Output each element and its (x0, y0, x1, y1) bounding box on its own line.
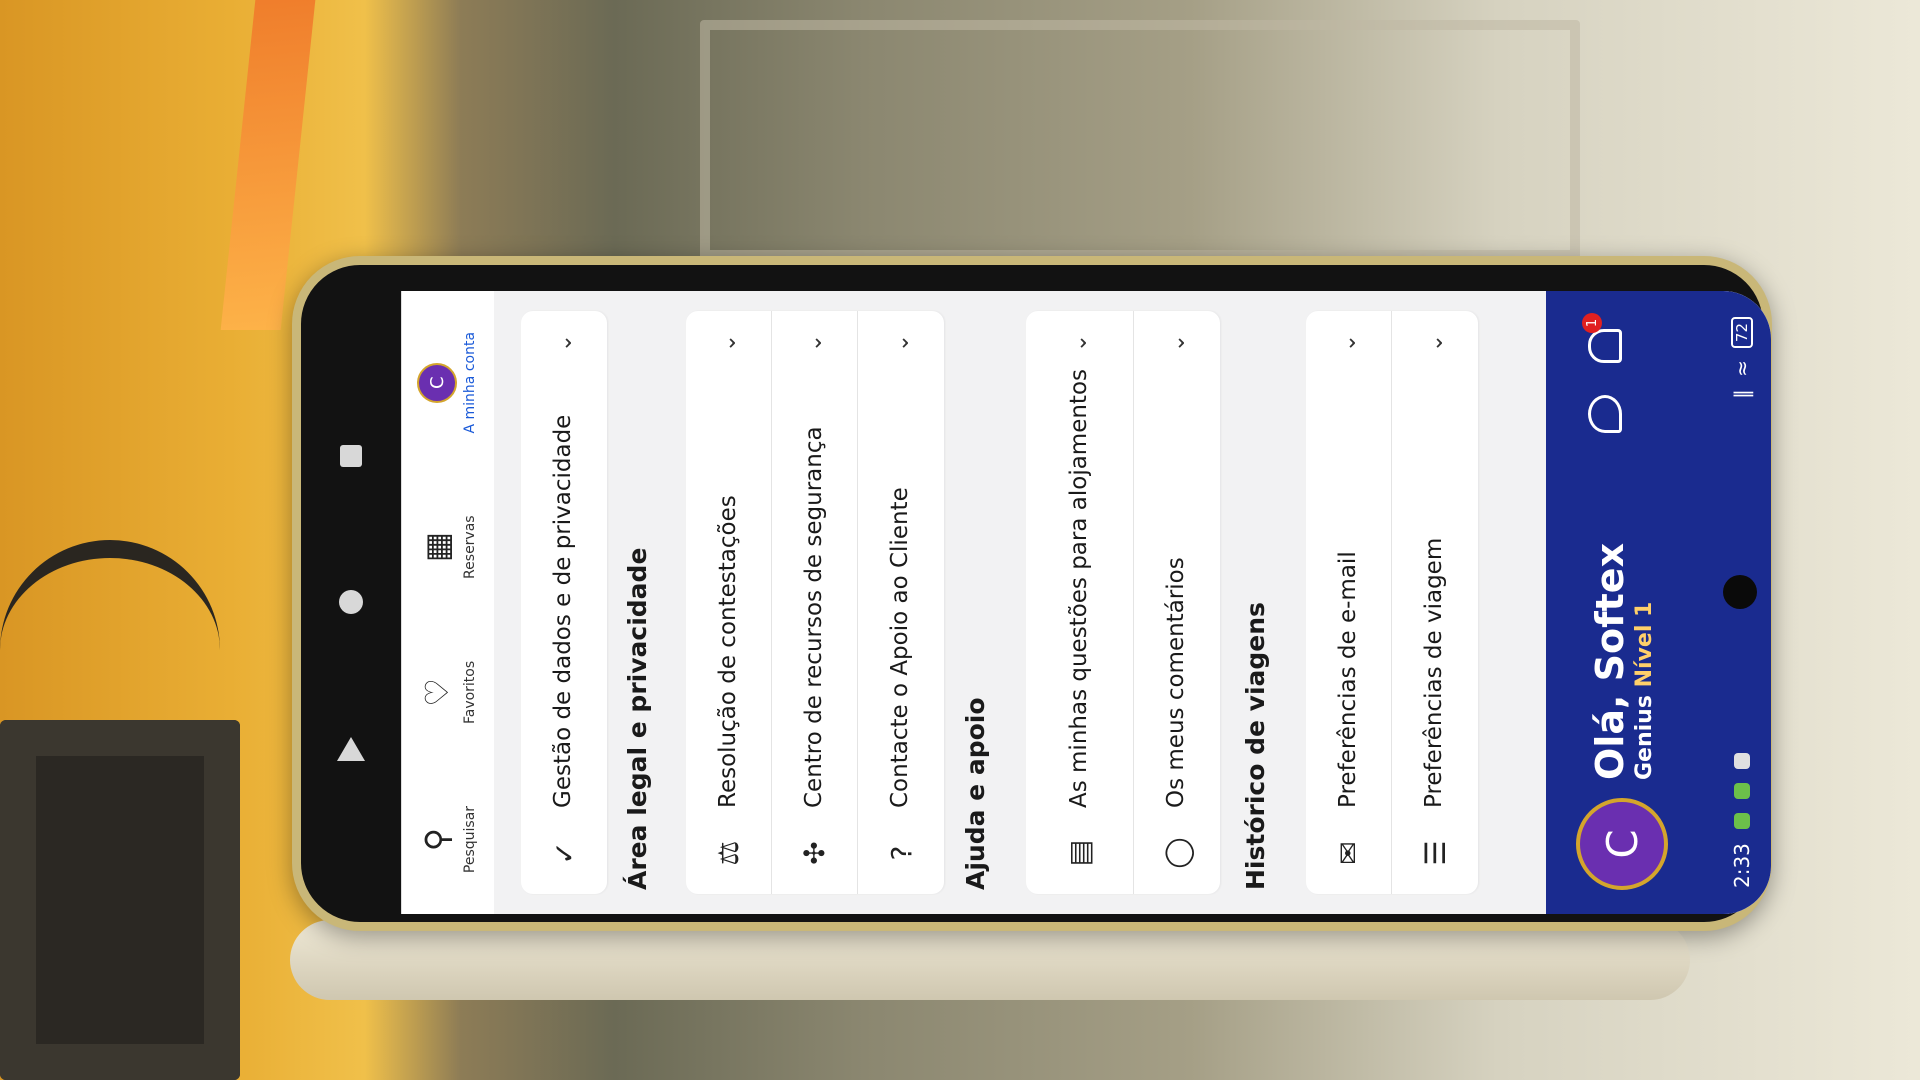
app-notification-icon (1734, 753, 1750, 770)
genius-level-value: Nível 1 (1631, 601, 1657, 688)
phone-screen: ⚲ Pesquisar ♡ Favoritos ▦ Reservas C A m… (401, 291, 1771, 914)
menu-item-label: Preferências de e-mail (1334, 551, 1361, 808)
menu-item-label: Centro de recursos de segurança (800, 426, 827, 808)
battery-indicator: 72 (1731, 317, 1753, 349)
phone-device: ⚲ Pesquisar ♡ Favoritos ▦ Reservas C A m… (292, 256, 1772, 931)
menu-item-property-questions[interactable]: ▤ As minhas questões para alojamentos ⌄ (1026, 311, 1134, 894)
messages-button[interactable] (1588, 389, 1632, 433)
avatar[interactable]: C (1576, 798, 1668, 890)
chat-bubble-icon (1588, 395, 1622, 433)
menu-item-label: Preferências de viagem (1421, 537, 1448, 808)
background-cable (0, 540, 220, 708)
chevron-down-icon: ⌄ (1422, 333, 1448, 353)
chevron-down-icon: ⌄ (888, 333, 914, 353)
app-notification-icon (1734, 783, 1750, 800)
bell-icon (1588, 329, 1622, 363)
menu-item-email-preferences[interactable]: ✉ Preferências de e-mail ⌄ (1306, 311, 1392, 894)
header-actions: 1 (1582, 313, 1632, 433)
questions-icon: ▤ (1063, 839, 1096, 867)
genius-level: Genius Nível 1 (1632, 543, 1657, 780)
section-title-history: Histórico de viagens (1241, 602, 1270, 890)
back-button[interactable] (337, 737, 365, 761)
app-notification-icon (1734, 813, 1750, 830)
menu-item-safety-center[interactable]: ✣ Centro de recursos de segurança ⌄ (772, 311, 858, 894)
wifi-icon: ≈ (1730, 360, 1754, 377)
genius-prefix: Genius (1631, 695, 1657, 780)
chevron-down-icon: ⌄ (802, 333, 827, 353)
chevron-down-icon: ⌄ (551, 333, 577, 353)
chevron-down-icon: ⌄ (1067, 333, 1092, 353)
notification-badge: 1 (1582, 313, 1602, 333)
menu-item-label: Gestão de dados e de privacidade (550, 414, 577, 808)
booking-account-app: ⚲ Pesquisar ♡ Favoritos ▦ Reservas C A m… (401, 291, 1771, 914)
greeting-block: C Olá, Softex Genius Nível 1 (1576, 543, 1668, 890)
help-card: ⚖ Resolução de contestações ⌄ ✣ Centro d… (686, 311, 944, 894)
menu-item-my-reviews[interactable]: ◯ Os meus comentários ⌄ (1134, 311, 1220, 894)
recents-button[interactable] (340, 445, 362, 467)
greeting-text: Olá, Softex (1587, 542, 1632, 780)
mail-icon: ✉ (1332, 841, 1365, 865)
history-card: ▤ As minhas questões para alojamentos ⌄ … (1026, 311, 1220, 894)
menu-item-label: Contacte o Apoio ao Cliente (887, 487, 914, 808)
bluetooth-icon: ∥ (1730, 388, 1754, 399)
background-window (700, 20, 1580, 260)
chevron-down-icon: ⌄ (1336, 333, 1361, 353)
lifebuoy-icon: ✣ (798, 841, 831, 865)
chat-icon: ◯ (1160, 837, 1194, 869)
account-header: C Olá, Softex Genius Nível 1 1 2:33 ∥ ≈ … (1546, 291, 1771, 914)
background-box (0, 720, 240, 1080)
preferences-card: ✉ Preferências de e-mail ⌄ ☰ Preferência… (1306, 311, 1478, 894)
menu-item-disputes[interactable]: ⚖ Resolução de contestações ⌄ (686, 311, 772, 894)
menu-item-travel-preferences[interactable]: ☰ Preferências de viagem ⌄ (1392, 311, 1478, 894)
section-title-help: Ajuda e apoio (961, 697, 990, 890)
menu-item-data-privacy[interactable]: ✓ Gestão de dados e de privacidade ⌄ (521, 311, 607, 894)
status-time: 2:33 (1730, 843, 1754, 888)
menu-item-label: Resolução de contestações (714, 495, 741, 808)
dispute-icon: ⚖ (712, 840, 745, 866)
chevron-down-icon: ⌄ (716, 333, 741, 353)
question-icon: ? (884, 845, 918, 861)
notifications-button[interactable]: 1 (1582, 313, 1632, 363)
phone-stand (290, 920, 1690, 1000)
chevron-down-icon: ⌄ (1164, 333, 1190, 353)
front-camera (1723, 575, 1757, 609)
home-button[interactable] (339, 590, 363, 614)
legal-card: ✓ Gestão de dados e de privacidade ⌄ (521, 311, 607, 894)
sliders-icon: ☰ (1418, 840, 1452, 866)
menu-item-label: Os meus comentários (1163, 557, 1190, 808)
section-title-legal: Área legal e privacidade (623, 547, 652, 890)
menu-item-contact-support[interactable]: ? Contacte o Apoio ao Cliente ⌄ (858, 311, 944, 894)
shield-check-icon: ✓ (547, 841, 581, 865)
android-navigation-bar (301, 265, 401, 922)
menu-item-label: As minhas questões para alojamentos (1065, 368, 1092, 808)
account-menu: ✓ Gestão de dados e de privacidade ⌄ Áre… (401, 291, 1546, 914)
